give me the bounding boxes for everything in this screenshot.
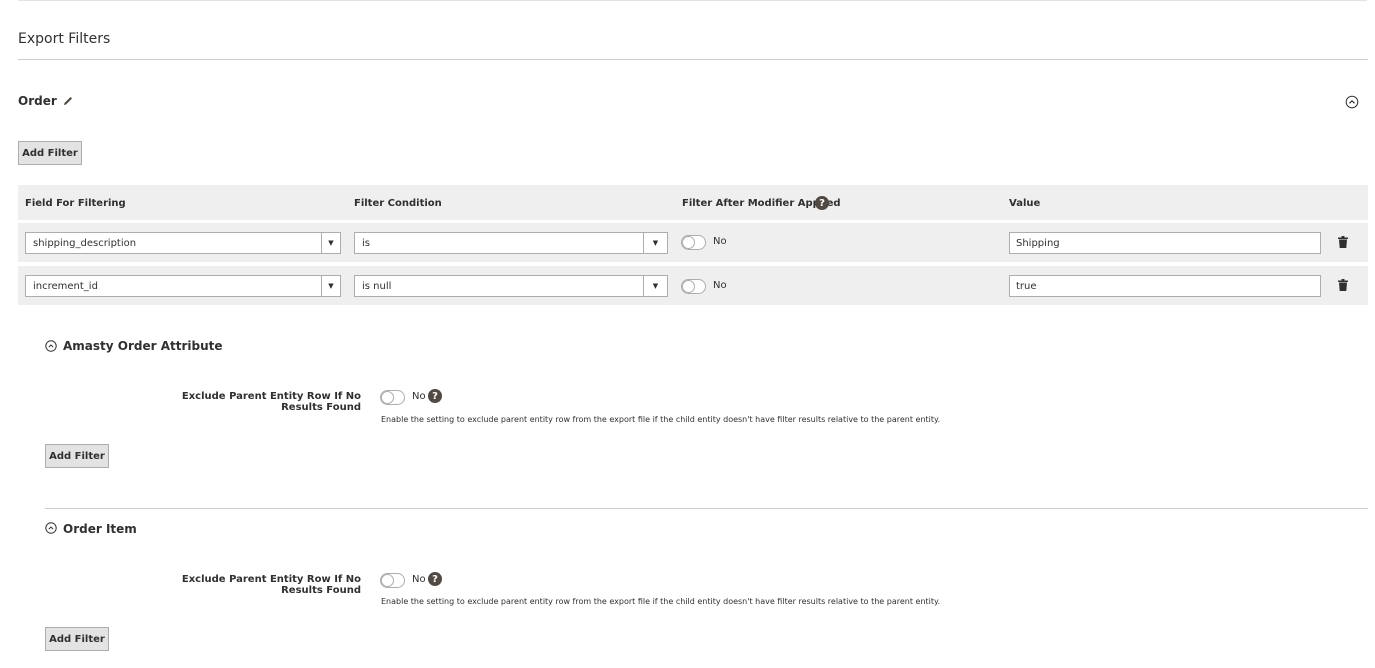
field-select[interactable]: increment_id ▼ — [25, 275, 341, 297]
question-icon[interactable]: ? — [428, 572, 442, 586]
after-modifier-label: No — [713, 280, 727, 291]
triangle-down-icon: ▼ — [643, 276, 667, 296]
top-border — [18, 0, 1367, 1]
trash-icon[interactable] — [1338, 279, 1348, 291]
question-icon[interactable]: ? — [428, 389, 442, 403]
toggle-knob — [682, 236, 695, 249]
field-select-value: increment_id — [33, 280, 98, 292]
collapse-subsection-icon[interactable] — [45, 522, 57, 534]
subsection-title[interactable]: Amasty Order Attribute — [63, 339, 223, 353]
column-header-condition: Filter Condition — [354, 198, 442, 209]
exclude-parent-toggle-label: No — [412, 574, 426, 585]
triangle-down-icon: ▼ — [321, 233, 340, 253]
after-modifier-toggle[interactable] — [681, 279, 706, 294]
section-divider — [18, 59, 1368, 60]
triangle-down-icon: ▼ — [321, 276, 340, 296]
subsection-divider — [45, 508, 1368, 509]
triangle-down-icon: ▼ — [643, 233, 667, 253]
toggle-knob — [381, 391, 394, 404]
after-modifier-label: No — [713, 236, 727, 247]
add-filter-button[interactable]: Add Filter — [45, 444, 109, 468]
collapse-section-icon[interactable] — [1345, 95, 1359, 109]
condition-select-value: is — [362, 237, 370, 249]
value-input[interactable]: Shipping — [1009, 232, 1321, 254]
condition-select-value: is null — [362, 280, 392, 292]
add-filter-button[interactable]: Add Filter — [18, 141, 82, 165]
trash-icon[interactable] — [1338, 236, 1348, 248]
after-modifier-toggle[interactable] — [681, 235, 706, 250]
column-header-value: Value — [1009, 198, 1041, 209]
exclude-parent-toggle-label: No — [412, 391, 426, 402]
exclude-parent-toggle[interactable] — [380, 390, 405, 405]
value-input[interactable]: true — [1009, 275, 1321, 297]
exclude-parent-label: Exclude Parent Entity Row If No Results … — [181, 574, 361, 596]
subsection-title[interactable]: Order Item — [63, 522, 137, 536]
exclude-parent-label: Exclude Parent Entity Row If No Results … — [181, 391, 361, 413]
condition-select[interactable]: is null ▼ — [354, 275, 668, 297]
section-title: Export Filters — [18, 31, 111, 47]
toggle-knob — [682, 280, 695, 293]
add-filter-button[interactable]: Add Filter — [45, 627, 109, 651]
question-icon[interactable]: ? — [815, 196, 829, 210]
condition-select[interactable]: is ▼ — [354, 232, 668, 254]
pencil-icon[interactable] — [62, 95, 74, 107]
entity-title: Order — [18, 94, 57, 108]
collapse-subsection-icon[interactable] — [45, 340, 57, 352]
field-select-value: shipping_description — [33, 237, 137, 249]
column-header-field: Field For Filtering — [25, 198, 126, 209]
exclude-parent-note: Enable the setting to exclude parent ent… — [381, 415, 941, 424]
exclude-parent-toggle[interactable] — [380, 573, 405, 588]
exclude-parent-note: Enable the setting to exclude parent ent… — [381, 597, 941, 606]
field-select[interactable]: shipping_description ▼ — [25, 232, 341, 254]
toggle-knob — [381, 574, 394, 587]
